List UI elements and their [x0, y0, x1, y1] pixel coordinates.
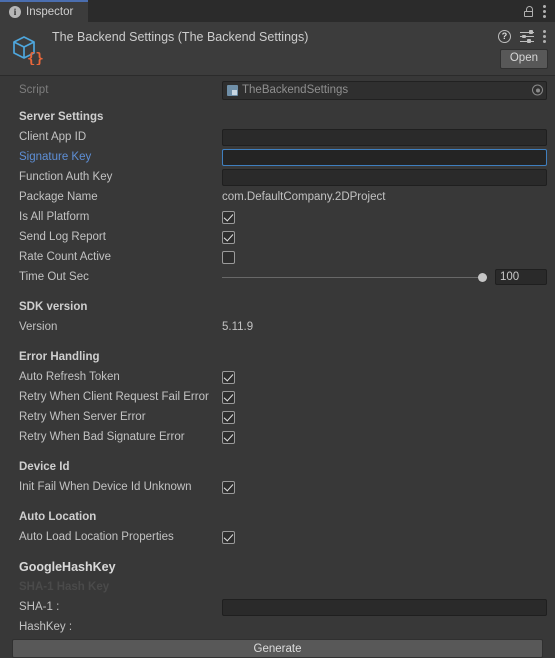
rate-count-active-checkbox[interactable] — [222, 250, 235, 264]
client-app-id-input[interactable] — [222, 128, 547, 146]
object-header-actions: ? — [498, 30, 546, 43]
kebab-menu-icon[interactable] — [543, 4, 546, 18]
row-rate-count-active: Rate Count Active — [7, 247, 548, 267]
send-log-report-checkbox[interactable] — [222, 230, 235, 244]
section-sdk-version: SDK version — [19, 301, 88, 313]
inspector-body: Script TheBackendSettings Server Setting… — [0, 79, 555, 658]
sha1-hash-key-subtitle: SHA-1 Hash Key — [19, 581, 110, 593]
script-row: Script TheBackendSettings — [7, 79, 548, 101]
slider-track — [222, 276, 487, 278]
is-all-platform-checkbox[interactable] — [222, 210, 235, 224]
signature-key-label: Signature Key — [19, 151, 92, 163]
sdk-version-label: Version — [19, 321, 58, 333]
row-time-out-sec: Time Out Sec 100 — [7, 267, 548, 287]
kebab-menu-icon[interactable] — [543, 30, 546, 43]
retry-client-request-fail-checkbox[interactable] — [222, 390, 235, 404]
inspector-tab-bar: i Inspector — [0, 0, 555, 22]
auto-refresh-token-checkbox[interactable] — [222, 370, 235, 384]
retry-server-error-label: Retry When Server Error — [19, 411, 146, 423]
row-retry-client-request-fail: Retry When Client Request Fail Error — [7, 387, 548, 407]
row-retry-server-error: Retry When Server Error — [7, 407, 548, 427]
sha1-label: SHA-1 : — [19, 601, 60, 613]
auto-load-location-properties-label: Auto Load Location Properties — [19, 531, 174, 543]
package-name-value: com.DefaultCompany.2DProject — [222, 191, 386, 203]
time-out-sec-slider[interactable] — [222, 271, 487, 284]
function-auth-key-input[interactable] — [222, 168, 547, 186]
sdk-version-value: 5.11.9 — [222, 321, 254, 333]
row-sha1: SHA-1 : — [7, 597, 548, 617]
open-button[interactable]: Open — [499, 49, 548, 69]
row-function-auth-key: Function Auth Key — [7, 167, 548, 187]
retry-bad-signature-error-checkbox[interactable] — [222, 430, 235, 444]
retry-client-request-fail-label: Retry When Client Request Fail Error — [19, 391, 209, 403]
section-auto-location: Auto Location — [19, 511, 97, 523]
init-fail-device-id-unknown-checkbox[interactable] — [222, 480, 235, 494]
auto-refresh-token-label: Auto Refresh Token — [19, 371, 120, 383]
client-app-id-label: Client App ID — [19, 131, 87, 143]
is-all-platform-label: Is All Platform — [19, 211, 90, 223]
script-value: TheBackendSettings — [242, 84, 349, 96]
svg-text:{}: {} — [27, 51, 44, 65]
tab-inspector[interactable]: i Inspector — [0, 0, 88, 22]
object-header: {} The Backend Settings (The Backend Set… — [0, 22, 555, 76]
script-label: Script — [19, 84, 49, 96]
slider-handle[interactable] — [478, 272, 487, 282]
send-log-report-label: Send Log Report — [19, 231, 106, 243]
hashkey-label: HashKey : — [19, 621, 73, 633]
retry-server-error-checkbox[interactable] — [222, 410, 235, 424]
row-hashkey: HashKey : — [7, 617, 548, 637]
signature-key-input[interactable] — [222, 148, 547, 166]
row-is-all-platform: Is All Platform — [7, 207, 548, 227]
row-auto-refresh-token: Auto Refresh Token — [7, 367, 548, 387]
row-send-log-report: Send Log Report — [7, 227, 548, 247]
object-picker-icon[interactable] — [532, 84, 543, 96]
function-auth-key-label: Function Auth Key — [19, 171, 113, 183]
tab-bar-actions — [524, 0, 555, 22]
auto-load-location-properties-checkbox[interactable] — [222, 530, 235, 544]
row-retry-bad-signature-error: Retry When Bad Signature Error — [7, 427, 548, 447]
package-name-label: Package Name — [19, 191, 98, 203]
tab-inspector-label: Inspector — [26, 6, 74, 18]
section-error-handling: Error Handling — [19, 351, 100, 363]
rate-count-active-label: Rate Count Active — [19, 251, 112, 263]
section-device-id: Device Id — [19, 461, 70, 473]
time-out-sec-value-input[interactable]: 100 — [495, 269, 547, 285]
script-object-field[interactable]: TheBackendSettings — [222, 80, 547, 100]
row-sha1-hash-key-subtitle: SHA-1 Hash Key — [7, 577, 548, 597]
row-package-name: Package Name com.DefaultCompany.2DProjec… — [7, 187, 548, 207]
row-sdk-version: Version 5.11.9 — [7, 317, 548, 337]
sha1-input[interactable] — [222, 598, 547, 616]
row-auto-load-location-properties: Auto Load Location Properties — [7, 527, 548, 547]
row-signature-key: Signature Key — [7, 147, 548, 167]
generate-button[interactable]: Generate — [12, 639, 543, 658]
section-google-hash-key: GoogleHashKey — [19, 560, 116, 574]
retry-bad-signature-error-label: Retry When Bad Signature Error — [19, 431, 185, 443]
info-icon: i — [9, 6, 21, 18]
row-client-app-id: Client App ID — [7, 127, 548, 147]
lock-icon[interactable] — [524, 5, 533, 17]
init-fail-device-id-unknown-label: Init Fail When Device Id Unknown — [19, 481, 192, 493]
help-icon[interactable]: ? — [498, 30, 511, 43]
row-init-fail-device-id-unknown: Init Fail When Device Id Unknown — [7, 477, 548, 497]
section-server-settings: Server Settings — [19, 111, 104, 123]
page-title: The Backend Settings (The Backend Settin… — [52, 30, 309, 44]
time-out-sec-label: Time Out Sec — [19, 271, 89, 283]
preset-settings-icon[interactable] — [520, 30, 534, 43]
cs-script-icon — [227, 84, 238, 96]
scriptable-object-cube-icon: {} — [13, 36, 44, 65]
